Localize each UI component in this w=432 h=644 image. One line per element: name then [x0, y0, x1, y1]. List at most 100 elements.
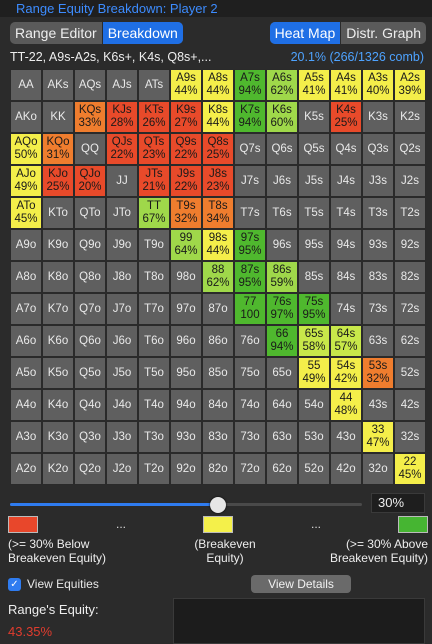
hand-cell-63o[interactable]: 63o — [266, 421, 298, 453]
hand-cell-q6o[interactable]: Q6o — [74, 325, 106, 357]
hand-cell-a4o[interactable]: A4o — [10, 389, 42, 421]
hand-cell-k6o[interactable]: K6o — [42, 325, 74, 357]
hand-cell-k8s[interactable]: K8s 44% — [202, 101, 234, 133]
hand-cell-q4s[interactable]: Q4s — [330, 133, 362, 165]
hand-cell-94s[interactable]: 94s — [330, 229, 362, 261]
hand-cell-98s[interactable]: 98s 44% — [202, 229, 234, 261]
hand-cell-83o[interactable]: 83o — [202, 421, 234, 453]
hand-cell-72s[interactable]: 72s — [394, 293, 426, 325]
hand-cell-t4s[interactable]: T4s — [330, 197, 362, 229]
hand-cell-ako[interactable]: AKo — [10, 101, 42, 133]
hand-cell-q8s[interactable]: Q8s 25% — [202, 133, 234, 165]
hand-cell-q5s[interactable]: Q5s — [298, 133, 330, 165]
hand-cell-93s[interactable]: 93s — [362, 229, 394, 261]
hand-cell-85o[interactable]: 85o — [202, 357, 234, 389]
hand-cell-kqo[interactable]: KQo 31% — [42, 133, 74, 165]
hand-cell-j8o[interactable]: J8o — [106, 261, 138, 293]
hand-cell-92o[interactable]: 92o — [170, 453, 202, 485]
hand-cell-q9o[interactable]: Q9o — [74, 229, 106, 261]
hand-cell-53o[interactable]: 53o — [298, 421, 330, 453]
hand-cell-74o[interactable]: 74o — [234, 389, 266, 421]
hand-cell-q6s[interactable]: Q6s — [266, 133, 298, 165]
hand-cell-92s[interactable]: 92s — [394, 229, 426, 261]
hand-cell-qjs[interactable]: QJs 22% — [106, 133, 138, 165]
hand-cell-jj[interactable]: JJ — [106, 165, 138, 197]
hand-cell-k4o[interactable]: K4o — [42, 389, 74, 421]
hand-cell-qq[interactable]: QQ — [74, 133, 106, 165]
hand-cell-54o[interactable]: 54o — [298, 389, 330, 421]
hand-cell-94o[interactable]: 94o — [170, 389, 202, 421]
hand-cell-j8s[interactable]: J8s 23% — [202, 165, 234, 197]
hand-cell-t4o[interactable]: T4o — [138, 389, 170, 421]
hand-cell-a8s[interactable]: A8s 44% — [202, 69, 234, 101]
hand-cell-76s[interactable]: 76s 97% — [266, 293, 298, 325]
hand-cell-t9o[interactable]: T9o — [138, 229, 170, 261]
hand-cell-43o[interactable]: 43o — [330, 421, 362, 453]
hand-cell-t5s[interactable]: T5s — [298, 197, 330, 229]
hand-cell-j5o[interactable]: J5o — [106, 357, 138, 389]
hand-cell-j2o[interactable]: J2o — [106, 453, 138, 485]
hand-cell-qts[interactable]: QTs 23% — [138, 133, 170, 165]
hand-cell-87s[interactable]: 87s 95% — [234, 261, 266, 293]
hand-cell-q7o[interactable]: Q7o — [74, 293, 106, 325]
hand-cell-k9o[interactable]: K9o — [42, 229, 74, 261]
hand-cell-j9s[interactable]: J9s 22% — [170, 165, 202, 197]
view-details-button[interactable]: View Details — [251, 575, 351, 593]
hand-cell-q3s[interactable]: Q3s — [362, 133, 394, 165]
hand-cell-99[interactable]: 99 64% — [170, 229, 202, 261]
hand-cell-jto[interactable]: JTo — [106, 197, 138, 229]
hand-cell-82s[interactable]: 82s — [394, 261, 426, 293]
hand-cell-97o[interactable]: 97o — [170, 293, 202, 325]
hand-cell-95s[interactable]: 95s — [298, 229, 330, 261]
hand-cell-95o[interactable]: 95o — [170, 357, 202, 389]
hand-cell-kjo[interactable]: KJo 25% — [42, 165, 74, 197]
hand-cell-aqs[interactable]: AQs — [74, 69, 106, 101]
hand-cell-22[interactable]: 22 45% — [394, 453, 426, 485]
hand-cell-q9s[interactable]: Q9s 22% — [170, 133, 202, 165]
hand-cell-q4o[interactable]: Q4o — [74, 389, 106, 421]
hand-cell-83s[interactable]: 83s — [362, 261, 394, 293]
hand-cell-32o[interactable]: 32o — [362, 453, 394, 485]
hand-cell-75s[interactable]: 75s 95% — [298, 293, 330, 325]
hand-cell-t8o[interactable]: T8o — [138, 261, 170, 293]
hand-cell-a5s[interactable]: A5s 41% — [298, 69, 330, 101]
hand-cell-k7o[interactable]: K7o — [42, 293, 74, 325]
hand-cell-kto[interactable]: KTo — [42, 197, 74, 229]
hand-cell-33[interactable]: 33 47% — [362, 421, 394, 453]
hand-cell-q8o[interactable]: Q8o — [74, 261, 106, 293]
hand-cell-32s[interactable]: 32s — [394, 421, 426, 453]
hand-cell-aqo[interactable]: AQo 50% — [10, 133, 42, 165]
hand-cell-64o[interactable]: 64o — [266, 389, 298, 421]
hand-cell-t6o[interactable]: T6o — [138, 325, 170, 357]
hand-cell-t3o[interactable]: T3o — [138, 421, 170, 453]
hand-cell-72o[interactable]: 72o — [234, 453, 266, 485]
hand-cell-t2s[interactable]: T2s — [394, 197, 426, 229]
hand-cell-a2s[interactable]: A2s 39% — [394, 69, 426, 101]
hand-cell-j6o[interactable]: J6o — [106, 325, 138, 357]
hand-cell-k5o[interactable]: K5o — [42, 357, 74, 389]
hand-cell-a2o[interactable]: A2o — [10, 453, 42, 485]
hand-cell-a7s[interactable]: A7s 94% — [234, 69, 266, 101]
hand-cell-86o[interactable]: 86o — [202, 325, 234, 357]
slider-thumb[interactable] — [209, 497, 226, 513]
hand-cell-k4s[interactable]: K4s 25% — [330, 101, 362, 133]
hand-cell-98o[interactable]: 98o — [170, 261, 202, 293]
hand-cell-aks[interactable]: AKs — [42, 69, 74, 101]
hand-cell-ato[interactable]: ATo 45% — [10, 197, 42, 229]
hand-cell-k3o[interactable]: K3o — [42, 421, 74, 453]
hand-cell-42s[interactable]: 42s — [394, 389, 426, 421]
hand-cell-jts[interactable]: JTs 21% — [138, 165, 170, 197]
hand-cell-t7o[interactable]: T7o — [138, 293, 170, 325]
hand-cell-kjs[interactable]: KJs 28% — [106, 101, 138, 133]
hand-cell-52o[interactable]: 52o — [298, 453, 330, 485]
hand-cell-qjo[interactable]: QJo 20% — [74, 165, 106, 197]
tab-breakdown[interactable]: Breakdown — [101, 22, 183, 44]
hand-cell-64s[interactable]: 64s 57% — [330, 325, 362, 357]
hand-cell-87o[interactable]: 87o — [202, 293, 234, 325]
hand-cell-ats[interactable]: ATs — [138, 69, 170, 101]
hand-cell-q7s[interactable]: Q7s — [234, 133, 266, 165]
hand-cell-kts[interactable]: KTs 26% — [138, 101, 170, 133]
hand-cell-74s[interactable]: 74s — [330, 293, 362, 325]
hand-cell-a5o[interactable]: A5o — [10, 357, 42, 389]
hand-cell-82o[interactable]: 82o — [202, 453, 234, 485]
